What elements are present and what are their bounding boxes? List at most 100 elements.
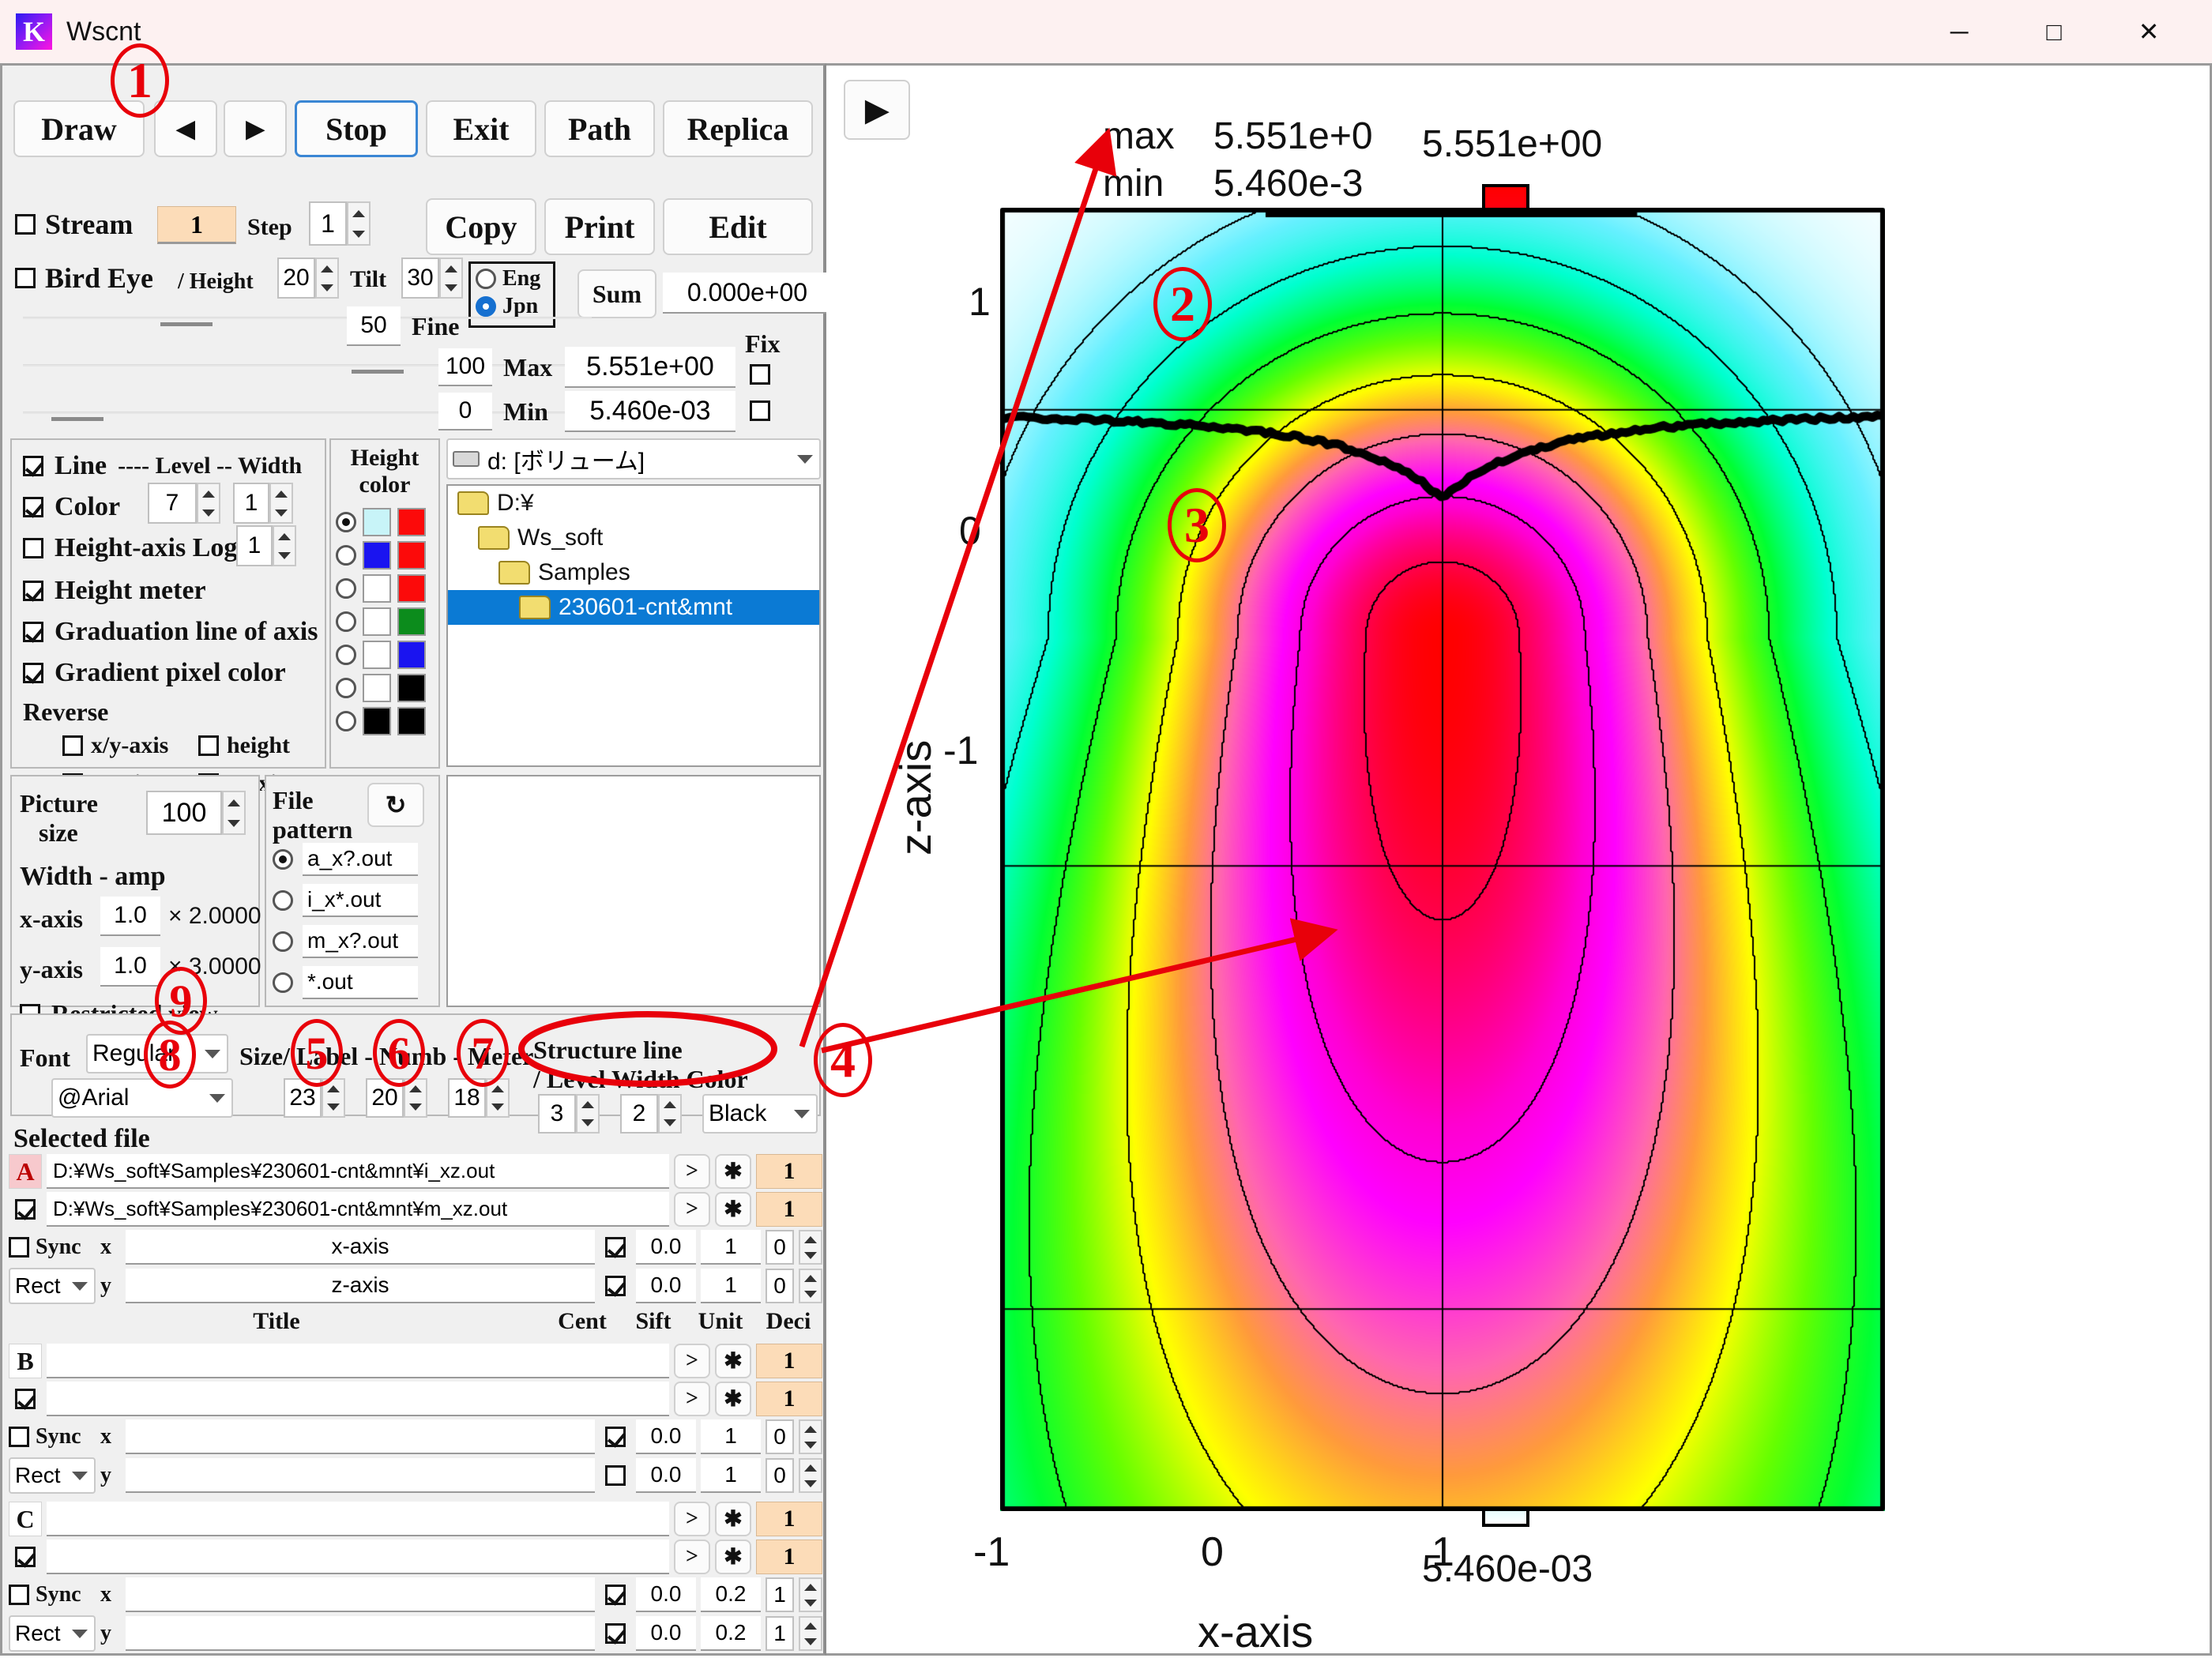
y-title-field[interactable]: [126, 1616, 595, 1651]
x-deci-spinner[interactable]: [799, 1419, 822, 1454]
y-deci-value[interactable]: 1: [766, 1616, 794, 1651]
x-cent-check[interactable]: [600, 1427, 631, 1447]
sum-button[interactable]: Sum: [577, 269, 656, 318]
row2-check[interactable]: [9, 1547, 42, 1567]
browse-button[interactable]: >: [674, 1382, 710, 1416]
sync-option[interactable]: Sync: [9, 1582, 96, 1607]
file-path-field[interactable]: [47, 1382, 669, 1416]
height-axis-log-checkbox[interactable]: [23, 538, 43, 558]
y-unit-field[interactable]: 0.2: [701, 1616, 761, 1651]
file-pattern-options[interactable]: a_x?.out i_x*.out m_x?.out *.out: [273, 843, 434, 1007]
file-pattern-radio[interactable]: [273, 931, 293, 952]
refresh-icon[interactable]: ↻: [367, 783, 424, 827]
file-pattern-option[interactable]: *.out: [273, 966, 434, 999]
structure-level-spinner[interactable]: [576, 1094, 600, 1134]
browse-button[interactable]: >: [674, 1192, 710, 1227]
height-color-right-swatch[interactable]: [397, 508, 426, 536]
row-checkbox[interactable]: [15, 1389, 36, 1409]
lang-jpn-option[interactable]: Jpn: [471, 294, 553, 319]
row-checkbox[interactable]: [605, 1427, 626, 1447]
height-color-radio[interactable]: [336, 711, 356, 731]
wildcard-button[interactable]: ✱: [715, 1540, 751, 1574]
file-count[interactable]: 1: [756, 1154, 822, 1189]
edit-button[interactable]: Edit: [663, 198, 813, 255]
height-color-radio[interactable]: [336, 678, 356, 698]
group-tag[interactable]: B: [9, 1344, 42, 1378]
height-color-left-swatch[interactable]: [363, 541, 391, 570]
slider-track-1[interactable]: [23, 317, 592, 319]
height-color-radio[interactable]: [336, 545, 356, 566]
y-title-field[interactable]: z-axis: [126, 1269, 595, 1303]
tree-item[interactable]: Samples: [448, 555, 819, 590]
structure-level-stepper[interactable]: 3: [538, 1094, 600, 1134]
yaxis-amp-value[interactable]: 1.0: [100, 947, 160, 987]
wildcard-button[interactable]: ✱: [715, 1502, 751, 1536]
file-pattern-radio[interactable]: [273, 849, 293, 870]
row-checkbox[interactable]: [605, 1465, 626, 1486]
height-color-left-swatch[interactable]: [363, 508, 391, 536]
tilt-stepper[interactable]: 30: [401, 258, 463, 299]
max-fix-checkbox[interactable]: [750, 364, 770, 385]
max-value[interactable]: 5.551e+00: [565, 347, 735, 388]
row2-check[interactable]: [9, 1199, 42, 1220]
file-pattern-radio[interactable]: [273, 890, 293, 911]
y-deci-spinner[interactable]: [799, 1616, 822, 1651]
stop-button[interactable]: Stop: [295, 100, 418, 157]
row-checkbox[interactable]: [605, 1623, 626, 1644]
y-unit-field[interactable]: 1: [701, 1269, 761, 1303]
wildcard-button[interactable]: ✱: [715, 1154, 751, 1189]
x-deci-value[interactable]: 0: [766, 1419, 794, 1454]
stream-checkbox[interactable]: [15, 214, 36, 235]
y-title-field[interactable]: [126, 1458, 595, 1493]
x-deci-value[interactable]: 0: [766, 1230, 794, 1265]
x-title-field[interactable]: x-axis: [126, 1230, 595, 1265]
height-spinner[interactable]: [315, 258, 339, 299]
y-sift-field[interactable]: 0.0: [636, 1616, 696, 1651]
print-button[interactable]: Print: [544, 198, 655, 255]
x-sift-field[interactable]: 0.0: [636, 1230, 696, 1265]
structure-width-value[interactable]: 2: [620, 1094, 658, 1134]
step-value[interactable]: 1: [309, 201, 347, 246]
color-checkbox[interactable]: [23, 497, 43, 517]
height-color-left-swatch[interactable]: [363, 674, 391, 702]
height-meter-option[interactable]: Height meter: [23, 576, 206, 606]
x-unit-field[interactable]: 1: [701, 1230, 761, 1265]
step-stepper[interactable]: 1: [309, 201, 371, 246]
height-color-right-swatch[interactable]: [397, 707, 426, 735]
height-color-row[interactable]: [336, 707, 438, 735]
line-checkbox[interactable]: [23, 456, 43, 476]
file-count[interactable]: 1: [756, 1344, 822, 1378]
browse-button[interactable]: >: [674, 1540, 710, 1574]
slider-knob-3[interactable]: [51, 417, 103, 421]
replica-button[interactable]: Replica: [663, 100, 813, 157]
file-pattern-option[interactable]: i_x*.out: [273, 884, 434, 917]
x-deci-spinner[interactable]: [799, 1230, 822, 1265]
tree-item[interactable]: Ws_soft: [448, 521, 819, 555]
x-unit-field[interactable]: 1: [701, 1419, 761, 1454]
height-axis-log-value[interactable]: 1: [236, 525, 273, 566]
height-value[interactable]: 20: [277, 258, 315, 299]
height-color-row[interactable]: [336, 674, 438, 702]
tree-item[interactable]: D:¥: [448, 486, 819, 521]
file-pattern-option[interactable]: m_x?.out: [273, 925, 434, 958]
line-option[interactable]: Line ---- Level -- Width: [23, 451, 302, 481]
y-cent-check[interactable]: [600, 1465, 631, 1486]
wildcard-button[interactable]: ✱: [715, 1192, 751, 1227]
file-path-field[interactable]: D:¥Ws_soft¥Samples¥230601-cnt&mnt¥i_xz.o…: [47, 1154, 669, 1189]
contour-plot[interactable]: max 5.551e+0 min 5.460e-3 z-axis x-axis …: [826, 66, 2210, 1653]
height-meter-checkbox[interactable]: [23, 581, 43, 601]
height-color-radio[interactable]: [336, 645, 356, 665]
height-color-row[interactable]: [336, 541, 438, 570]
height-color-radio[interactable]: [336, 512, 356, 532]
file-row[interactable]: B > ✱ 1: [9, 1342, 822, 1380]
height-axis-log-spinner[interactable]: [273, 525, 296, 566]
row-checkbox[interactable]: [605, 1237, 626, 1258]
row-checkbox[interactable]: [9, 1427, 29, 1447]
eng-radio[interactable]: [476, 269, 496, 289]
gradient-option[interactable]: Gradient pixel color: [23, 658, 286, 688]
browse-button[interactable]: >: [674, 1154, 710, 1189]
file-row[interactable]: > ✱ 1: [9, 1380, 822, 1418]
x-sift-field[interactable]: 0.0: [636, 1419, 696, 1454]
minimize-button[interactable]: ─: [1912, 0, 2007, 63]
structure-level-value[interactable]: 3: [538, 1094, 576, 1134]
